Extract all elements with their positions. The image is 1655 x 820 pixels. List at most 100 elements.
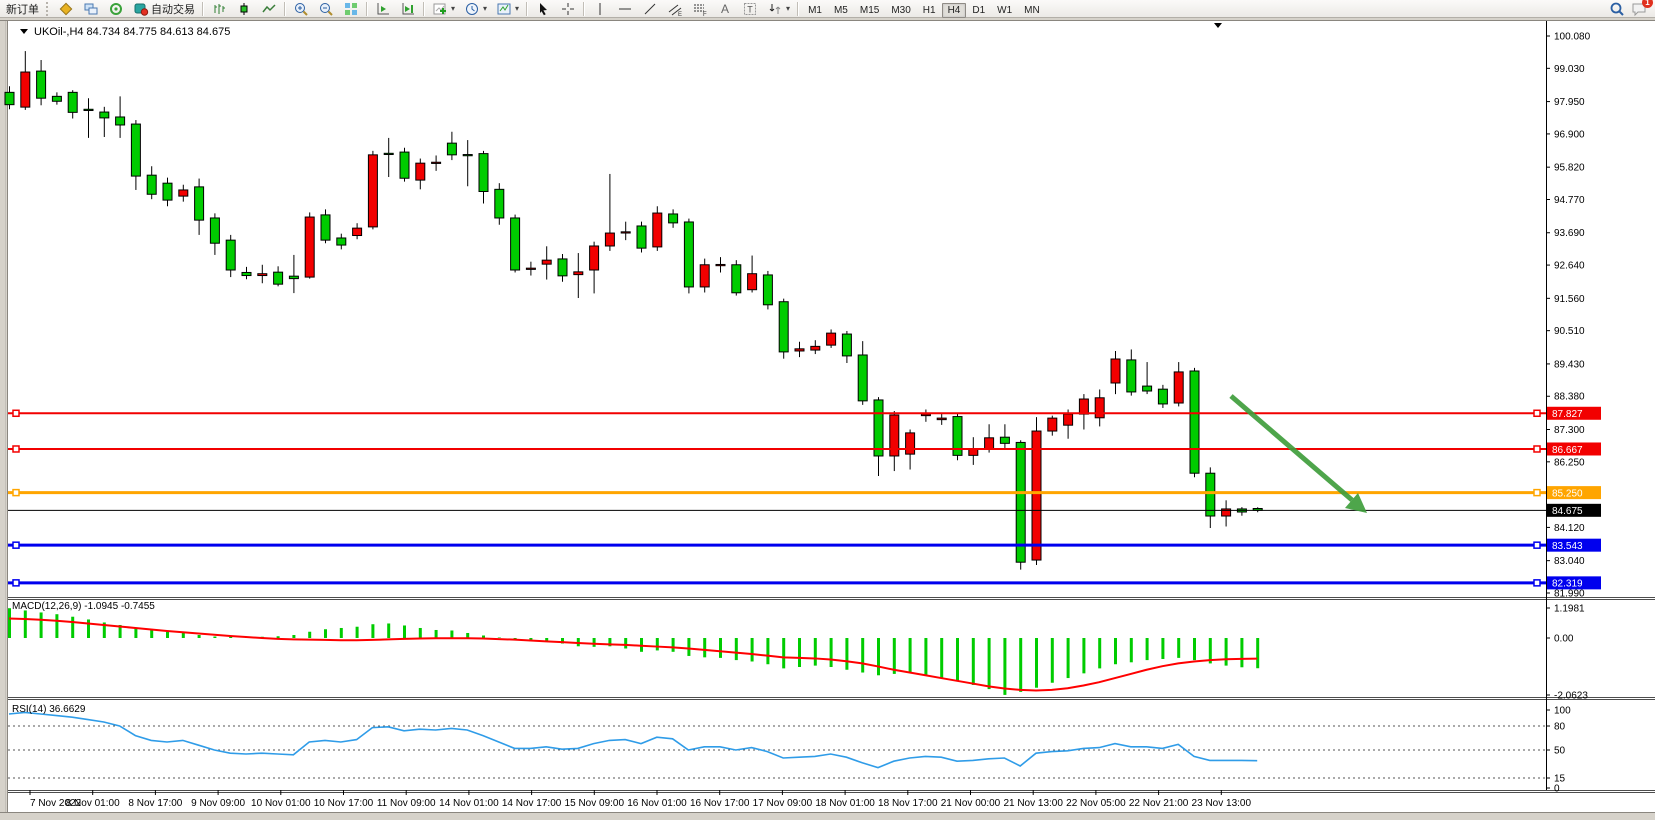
text-tool-button[interactable]: A — [713, 0, 737, 18]
candle — [1143, 386, 1152, 391]
label-tool-button[interactable]: T — [738, 0, 762, 18]
chevron-down-icon: ▾ — [483, 4, 487, 13]
macd-histogram-bar — [814, 638, 817, 666]
timeframe-h4[interactable]: H4 — [942, 3, 967, 18]
vline-icon — [592, 1, 608, 17]
line-handle — [13, 446, 19, 452]
timeframe-m15[interactable]: M15 — [854, 3, 885, 18]
macd-histogram-bar — [292, 635, 295, 638]
crosshair-tool-button[interactable] — [556, 0, 580, 18]
line-handle — [1534, 542, 1540, 548]
candle — [37, 71, 46, 98]
arrows-tool-button[interactable]: ▾ — [763, 0, 794, 18]
macd-histogram-bar — [419, 628, 422, 638]
candle — [131, 124, 140, 176]
rsi-label: RSI(14) 36.6629 — [12, 704, 86, 715]
chevron-down-icon: ▾ — [786, 4, 790, 13]
candle — [605, 233, 614, 246]
macd-histogram-bar — [861, 638, 864, 673]
candle — [1190, 371, 1199, 473]
fibonacci-tool-button[interactable]: F — [688, 0, 712, 18]
time-label: 17 Nov 09:00 — [753, 798, 813, 809]
timeframe-h1[interactable]: H1 — [917, 3, 942, 18]
macd-histogram-bar — [1146, 638, 1149, 660]
candle — [669, 214, 678, 223]
tile-windows-button[interactable] — [339, 0, 363, 18]
candle — [558, 259, 567, 276]
candle — [495, 189, 504, 218]
macd-histogram-bar — [956, 638, 959, 681]
candlestick-mode-button[interactable] — [232, 0, 256, 18]
line-handle — [1534, 490, 1540, 496]
trendline-tool-button[interactable] — [638, 0, 662, 18]
chart-canvas[interactable]: 100.08099.03097.95096.90095.82094.77093.… — [0, 18, 1655, 820]
zoom-in-button[interactable] — [289, 0, 313, 18]
period-button[interactable]: ▾ — [460, 0, 491, 18]
candle — [147, 175, 156, 194]
macd-histogram-bar — [1256, 638, 1259, 668]
notifications-button[interactable]: 1 — [1631, 1, 1647, 17]
time-label: 8 Nov 01:00 — [66, 798, 120, 809]
macd-histogram-bar — [1082, 638, 1085, 673]
line-handle — [1534, 410, 1540, 416]
add-indicator-button[interactable]: ▾ — [428, 0, 459, 18]
vertical-line-tool-button[interactable] — [588, 0, 612, 18]
macd-histogram-bar — [1051, 638, 1054, 683]
search-icon[interactable] — [1609, 1, 1625, 17]
candle — [763, 275, 772, 305]
timeframe-mn[interactable]: MN — [1018, 3, 1046, 18]
svg-text:50: 50 — [1554, 746, 1566, 757]
candle — [1206, 473, 1215, 516]
candle — [700, 265, 709, 287]
candle — [1111, 359, 1120, 383]
channel-tool-button[interactable]: E — [663, 0, 687, 18]
svg-text:89.430: 89.430 — [1554, 359, 1585, 370]
new-order-button[interactable]: 新订单 — [2, 0, 43, 18]
svg-text:92.640: 92.640 — [1554, 261, 1585, 272]
price-marker-label: 87.827 — [1552, 409, 1583, 420]
candle — [1000, 437, 1009, 443]
toolbar-separator — [202, 2, 204, 16]
candle — [1158, 389, 1167, 404]
trendline-icon — [642, 1, 658, 17]
horizontal-line-tool-button[interactable] — [613, 0, 637, 18]
autotrading-button[interactable]: 自动交易 — [129, 0, 199, 18]
candle — [779, 302, 788, 352]
timeframe-group: M1M5M15M30H1H4D1W1MN — [802, 0, 1046, 18]
terminal-button[interactable] — [79, 0, 103, 18]
macd-histogram-bar — [466, 633, 469, 638]
macd-histogram-bar — [150, 630, 153, 638]
auto-scroll-button[interactable] — [396, 0, 420, 18]
template-button[interactable]: ▾ — [492, 0, 523, 18]
signals-button[interactable] — [104, 0, 128, 18]
zoom-out-button[interactable] — [314, 0, 338, 18]
candle — [52, 96, 61, 101]
candle — [574, 272, 583, 275]
macd-histogram-bar — [324, 629, 327, 638]
cursor-icon — [535, 1, 551, 17]
candle — [5, 92, 14, 104]
macd-histogram-bar — [719, 638, 722, 658]
chart-shift-button[interactable] — [371, 0, 395, 18]
candle — [621, 232, 630, 233]
timeframe-m1[interactable]: M1 — [802, 3, 828, 18]
cursor-tool-button[interactable] — [531, 0, 555, 18]
line-chart-mode-button[interactable] — [257, 0, 281, 18]
candle — [732, 265, 741, 293]
macd-histogram-bar — [371, 624, 374, 638]
market-watch-button[interactable] — [54, 0, 78, 18]
macd-histogram-bar — [909, 638, 912, 673]
svg-text:94.770: 94.770 — [1554, 195, 1585, 206]
candle — [100, 112, 109, 118]
timeframe-w1[interactable]: W1 — [991, 3, 1018, 18]
macd-histogram-bar — [1240, 638, 1243, 667]
svg-text:T: T — [747, 4, 753, 14]
macd-histogram-bar — [1193, 638, 1196, 660]
timeframe-m30[interactable]: M30 — [885, 3, 916, 18]
timeframe-m5[interactable]: M5 — [828, 3, 854, 18]
macd-histogram-bar — [55, 614, 58, 638]
time-label: 8 Nov 17:00 — [128, 798, 182, 809]
price-marker-label: 84.675 — [1552, 506, 1583, 517]
timeframe-d1[interactable]: D1 — [966, 3, 991, 18]
bar-chart-mode-button[interactable] — [207, 0, 231, 18]
